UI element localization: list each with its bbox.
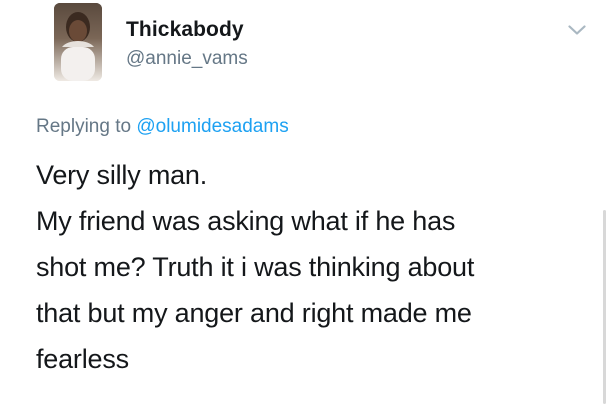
tweet-card: Thickabody @annie_vams Replying to @olum…: [0, 0, 608, 404]
display-name[interactable]: Thickabody: [126, 18, 244, 42]
replying-to-mention-link[interactable]: @olumidesadams: [136, 116, 288, 137]
avatar-photo-icon: [54, 3, 102, 81]
replying-to: Replying to @olumidesadams: [36, 116, 289, 138]
user-handle[interactable]: @annie_vams: [126, 48, 248, 70]
tweet-text: Very silly man. My friend was asking wha…: [36, 160, 475, 374]
avatar[interactable]: [54, 3, 102, 81]
scrollbar[interactable]: [603, 210, 606, 404]
replying-to-label: Replying to: [36, 116, 137, 137]
chevron-down-icon[interactable]: [568, 24, 586, 36]
